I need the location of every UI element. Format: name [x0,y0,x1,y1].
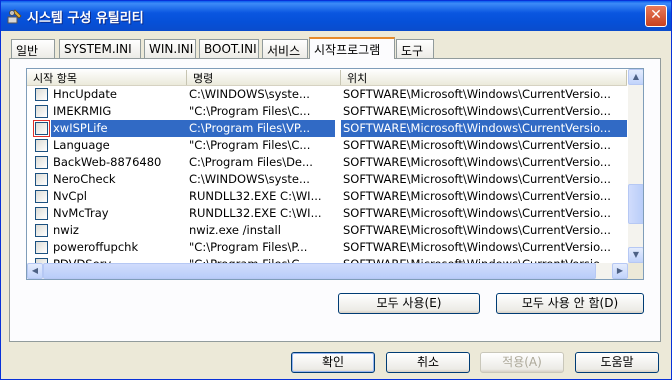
title-bar[interactable]: 시스템 구성 유틸리티 ✕ [1,1,671,31]
msconfig-icon [7,9,22,24]
startup-item-command: C:\Program Files\De... [189,155,313,169]
startup-item-location: SOFTWARE\Microsoft\Windows\CurrentVersio… [343,206,611,220]
column-startup-item[interactable]: 시작 항목 [27,70,187,85]
table-row-selected[interactable]: xwISPLife C:\Program Files\VP... SOFTWAR… [27,120,627,137]
system-config-window: 시스템 구성 유틸리티 ✕ 일반 SYSTEM.INI WIN.INI BOOT… [0,0,672,380]
tab-services[interactable]: 서비스 [262,39,308,58]
row-checkbox[interactable] [35,173,48,186]
startup-item-name: Language [53,138,110,152]
startup-item-command: "C:\Program Files\P... [189,240,308,254]
vertical-scrollbar[interactable]: ▲ ▼ [628,69,643,263]
list-header: 시작 항목 명령 위치 [27,69,627,86]
row-checkbox[interactable] [35,190,48,203]
tab-startup[interactable]: 시작프로그램 [309,37,395,59]
startup-tab-panel: 시작 항목 명령 위치 HncUpdate C:\WINDOWS\syste..… [9,58,661,342]
startup-item-command: C:\WINDOWS\syste... [189,87,310,101]
window-title: 시스템 구성 유틸리티 [27,11,144,26]
tab-win-ini[interactable]: WIN.INI [144,39,196,58]
scroll-right-icon[interactable]: ▶ [612,263,628,279]
tab-system-ini[interactable]: SYSTEM.INI [59,39,141,58]
startup-item-location: SOFTWARE\Microsoft\Windows\CurrentVersio… [343,87,611,101]
table-row[interactable]: IMEKRMIG "C:\Program Files\C... SOFTWARE… [27,103,627,120]
startup-item-command: "C:\Program Files\C... [189,104,311,118]
horizontal-scroll-thumb[interactable] [43,263,596,279]
table-row[interactable]: poweroffupchk "C:\Program Files\P... SOF… [27,239,627,256]
enable-all-button[interactable]: 모두 사용(E) [338,293,480,314]
startup-item-location: SOFTWARE\Microsoft\Windows\CurrentVersio… [343,223,611,237]
startup-item-name: NvCpl [53,189,87,203]
horizontal-scrollbar[interactable]: ◀ ▶ [27,263,628,279]
startup-item-command: RUNDLL32.EXE C:\WI... [189,189,322,203]
startup-item-name: xwISPLife [51,120,189,137]
startup-list[interactable]: 시작 항목 명령 위치 HncUpdate C:\WINDOWS\syste..… [26,68,644,280]
table-row[interactable]: Language "C:\Program Files\C... SOFTWARE… [27,137,627,154]
startup-item-name: IMEKRMIG [53,104,112,118]
row-checkbox[interactable] [35,156,48,169]
tab-tools[interactable]: 도구 [396,39,434,58]
startup-item-name: nwiz [53,223,79,237]
table-row[interactable]: nwiz nwiz.exe /install SOFTWARE\Microsof… [27,222,627,239]
startup-item-location: SOFTWARE\Microsoft\Windows\CurrentVersio… [341,120,627,137]
column-location[interactable]: 위치 [341,70,627,85]
table-row[interactable]: NeroCheck C:\WINDOWS\syste... SOFTWARE\M… [27,171,627,188]
startup-item-command: nwiz.exe /install [189,223,281,237]
startup-item-name: poweroffupchk [53,240,139,254]
scrollbar-corner [628,263,643,279]
row-checkbox[interactable] [35,224,48,237]
scroll-down-icon[interactable]: ▼ [628,247,643,263]
startup-item-location: SOFTWARE\Microsoft\Windows\CurrentVersio… [343,189,611,203]
startup-item-command: C:\WINDOWS\syste... [189,172,310,186]
table-row[interactable]: NvMcTray RUNDLL32.EXE C:\WI... SOFTWARE\… [27,205,627,222]
tab-boot-ini[interactable]: BOOT.INI [199,39,259,58]
startup-item-location: SOFTWARE\Microsoft\Windows\CurrentVersio… [343,138,611,152]
startup-item-name: NeroCheck [53,172,116,186]
startup-item-command: RUNDLL32.EXE C:\WI... [189,206,322,220]
scroll-left-icon[interactable]: ◀ [27,263,43,279]
row-checkbox[interactable] [35,241,48,254]
row-checkbox[interactable] [35,88,48,101]
column-command[interactable]: 명령 [187,70,341,85]
startup-item-location: SOFTWARE\Microsoft\Windows\CurrentVersio… [343,155,611,169]
startup-item-command: C:\Program Files\VP... [187,120,335,137]
table-row[interactable]: NvCpl RUNDLL32.EXE C:\WI... SOFTWARE\Mic… [27,188,627,205]
close-button[interactable]: ✕ [645,5,667,27]
disable-all-button[interactable]: 모두 사용 안 함(D) [496,293,644,314]
cancel-button[interactable]: 취소 [386,352,470,373]
help-button[interactable]: 도움말 [575,352,659,373]
startup-item-name: BackWeb-8876480 [53,155,162,169]
startup-item-name: NvMcTray [53,206,109,220]
vertical-scroll-thumb[interactable] [628,184,643,224]
startup-item-name: HncUpdate [53,87,117,101]
startup-item-command: "C:\Program Files\C... [189,138,311,152]
startup-item-location: SOFTWARE\Microsoft\Windows\CurrentVersio… [343,240,611,254]
row-checkbox[interactable] [33,120,50,137]
row-checkbox[interactable] [35,105,48,118]
row-checkbox[interactable] [35,207,48,220]
apply-button[interactable]: 적용(A) [480,352,564,373]
ok-button[interactable]: 확인 [291,352,375,373]
startup-item-location: SOFTWARE\Microsoft\Windows\CurrentVersio… [343,104,611,118]
table-row[interactable]: BackWeb-8876480 C:\Program Files\De... S… [27,154,627,171]
tab-general[interactable]: 일반 [11,39,55,58]
table-row[interactable]: HncUpdate C:\WINDOWS\syste... SOFTWARE\M… [27,86,627,103]
startup-item-location: SOFTWARE\Microsoft\Windows\CurrentVersio… [343,172,611,186]
scroll-up-icon[interactable]: ▲ [628,69,643,85]
row-checkbox[interactable] [35,139,48,152]
